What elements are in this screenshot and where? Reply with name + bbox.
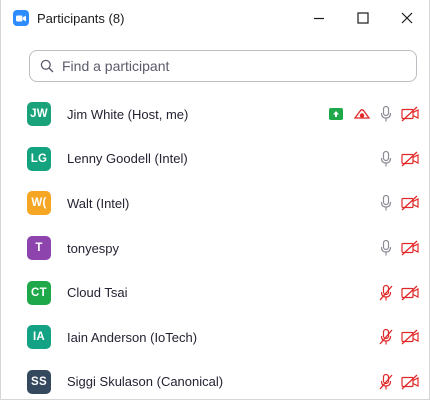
participant-row[interactable]: IA Iain Anderson (IoTech) [1, 315, 429, 360]
participant-status-icons [323, 92, 423, 137]
mic-icon[interactable] [375, 102, 397, 126]
search-icon [40, 59, 54, 73]
title-bar: Participants (8) [1, 0, 429, 36]
search-area [1, 36, 429, 90]
maximize-button[interactable] [341, 0, 385, 36]
participant-status-icons [375, 226, 423, 271]
minimize-button[interactable] [297, 0, 341, 36]
participant-status-icons [375, 315, 423, 360]
participant-list: JW Jim White (Host, me) LG Lenny Goodell… [1, 92, 429, 404]
avatar: SS [27, 369, 51, 394]
mic-muted-icon[interactable] [375, 281, 397, 305]
participant-status-icons [375, 181, 423, 226]
screen-share-icon[interactable] [323, 102, 349, 126]
video-off-icon[interactable] [397, 281, 423, 305]
mic-icon[interactable] [375, 147, 397, 171]
video-off-icon[interactable] [397, 147, 423, 171]
window-title: Participants (8) [37, 10, 125, 26]
participant-row[interactable]: JW Jim White (Host, me) [1, 92, 429, 137]
avatar: IA [27, 325, 51, 350]
avatar: LG [27, 146, 51, 171]
avatar: JW [27, 102, 51, 127]
mic-muted-icon[interactable] [375, 325, 397, 349]
participant-status-icons [375, 270, 423, 315]
zoom-app-icon [13, 10, 29, 26]
video-off-icon[interactable] [397, 325, 423, 349]
mic-icon[interactable] [375, 191, 397, 215]
video-off-icon[interactable] [397, 236, 423, 260]
participant-status-icons [375, 137, 423, 182]
video-off-icon[interactable] [397, 191, 423, 215]
participant-row[interactable]: W( Walt (Intel) [1, 181, 429, 226]
avatar: CT [27, 280, 51, 305]
video-off-icon[interactable] [397, 102, 423, 126]
video-off-icon[interactable] [397, 370, 423, 394]
participant-row[interactable]: CT Cloud Tsai [1, 270, 429, 315]
search-box[interactable] [29, 50, 417, 82]
avatar: T [27, 236, 51, 261]
search-input[interactable] [60, 57, 416, 75]
recording-icon[interactable] [349, 102, 375, 126]
participant-row[interactable]: T tonyespy [1, 226, 429, 271]
avatar: W( [27, 191, 51, 216]
mic-icon[interactable] [375, 236, 397, 260]
close-button[interactable] [385, 0, 429, 36]
participants-window: Participants (8) JW Jim White (Host, me)… [0, 0, 430, 400]
participant-status-icons [375, 360, 423, 404]
participant-row[interactable]: LG Lenny Goodell (Intel) [1, 137, 429, 182]
participant-row[interactable]: SS Siggi Skulason (Canonical) [1, 360, 429, 404]
mic-muted-icon[interactable] [375, 370, 397, 394]
